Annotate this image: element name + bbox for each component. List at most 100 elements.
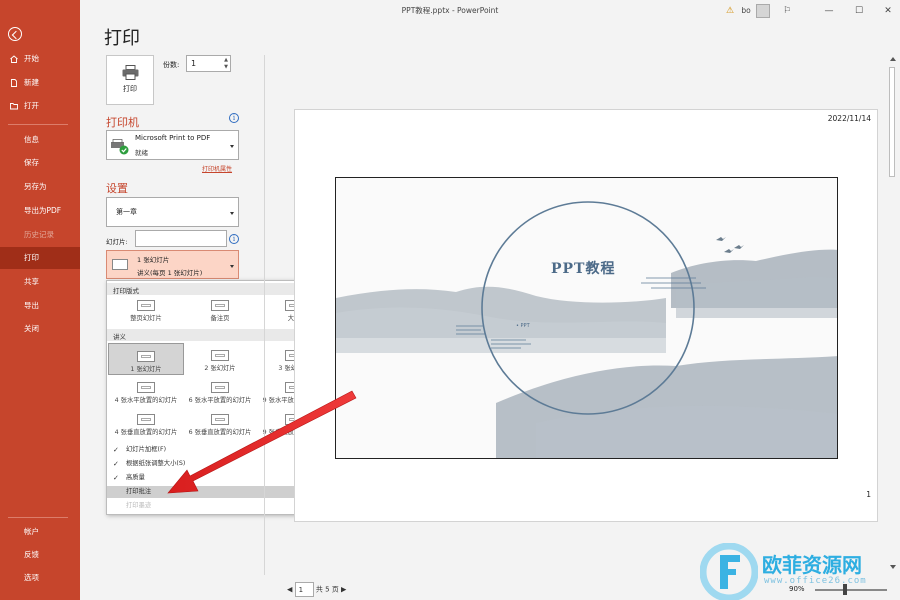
option-label: 1 张幻灯片 [130, 366, 162, 373]
option-label: 幻灯片加框(F) [126, 446, 167, 453]
watermark: 欧菲资源网 www.office26.com [700, 543, 900, 600]
printer-status: 就绪 [135, 149, 148, 157]
maximize-icon[interactable]: ☐ [852, 4, 866, 18]
layout-full-page[interactable]: 整页幻灯片 [108, 297, 184, 322]
sidebar-item-label: 导出为PDF [24, 206, 62, 215]
spin-down-icon[interactable]: ▼ [224, 64, 228, 70]
printer-properties-link[interactable]: 打印机属性 [202, 164, 232, 173]
backstage-sidebar: 开始 新建 打开 信息 保存 另存为 导出为PDF 历史记录 打印 共享 导出 … [0, 0, 80, 600]
sidebar-item-home[interactable]: 开始 [0, 48, 80, 70]
next-page-icon[interactable]: ▶ [341, 586, 346, 594]
sidebar-item-label: 关闭 [24, 324, 39, 333]
previous-page-icon[interactable]: ◀ [287, 586, 295, 594]
layout-select[interactable]: 1 张幻灯片 讲义(每页 1 张幻灯片) [106, 250, 239, 279]
sidebar-item-account[interactable]: 帐户 [0, 521, 80, 543]
page-navigation: ◀ 1 共 5 页 ▶ [287, 582, 346, 597]
sidebar-item-feedback[interactable]: 反馈 [0, 544, 80, 566]
home-icon [10, 55, 18, 63]
handout-icon [211, 382, 229, 393]
sidebar-item-new[interactable]: 新建 [0, 72, 80, 94]
sidebar-item-label: 帐户 [24, 527, 39, 536]
slides-input[interactable] [135, 230, 227, 247]
slide-title: PPT教程 [551, 261, 616, 277]
feedback-icon[interactable]: ⚐ [780, 4, 794, 18]
printer-select[interactable]: Microsoft Print to PDF 就绪 [106, 130, 239, 160]
sidebar-item-options[interactable]: 选项 [0, 567, 80, 589]
back-arrow-icon[interactable] [8, 27, 22, 41]
sidebar-item-info[interactable]: 信息 [0, 129, 80, 151]
option-label: 根据纸张调整大小(S) [126, 460, 186, 467]
handout-4-vertical[interactable]: 4 张垂直放置的幻灯片 [108, 411, 184, 436]
printer-status-icon [111, 139, 129, 155]
print-button[interactable]: 打印 [106, 55, 154, 105]
new-file-icon [11, 79, 17, 87]
sidebar-divider [8, 124, 68, 125]
preview-scrollbar[interactable] [887, 55, 897, 575]
handout-2-slides[interactable]: 2 张幻灯片 [182, 347, 258, 372]
print-preview-page: 2022/11/14 PPT教程 • PPT 1 [294, 109, 878, 522]
sidebar-item-label: 保存 [24, 158, 39, 167]
checkmark-icon: ✓ [113, 474, 119, 482]
printer-heading: 打印机 [106, 116, 139, 129]
current-page-input[interactable]: 1 [294, 582, 314, 597]
checkmark-icon: ✓ [113, 446, 119, 454]
handout-6-horizontal[interactable]: 6 张水平放置的幻灯片 [182, 379, 258, 404]
total-pages: 共 5 页 [315, 585, 339, 594]
chevron-down-icon [230, 145, 234, 148]
warning-icon[interactable]: ⚠ [724, 4, 736, 18]
handout-6-vertical[interactable]: 6 张垂直放置的幻灯片 [182, 411, 258, 436]
minimize-icon[interactable]: — [822, 4, 836, 18]
option-label: 4 张水平放置的幻灯片 [114, 397, 178, 404]
layout-notes-page[interactable]: 备注页 [182, 297, 258, 322]
scroll-thumb[interactable] [889, 67, 895, 177]
handout-1-slide[interactable]: 1 张幻灯片 [108, 343, 184, 375]
sidebar-item-export-pdf[interactable]: 导出为PDF [0, 200, 80, 222]
handout-4-horizontal[interactable]: 4 张水平放置的幻灯片 [108, 379, 184, 404]
layout-line1: 1 张幻灯片 [137, 256, 170, 264]
sidebar-item-history: 历史记录 [0, 224, 80, 246]
sidebar-item-save-as[interactable]: 另存为 [0, 176, 80, 198]
avatar[interactable] [756, 4, 770, 18]
option-label: 打印墨迹 [126, 502, 152, 509]
sidebar-item-close[interactable]: 关闭 [0, 318, 80, 340]
slide-preview: PPT教程 • PPT [335, 177, 838, 459]
close-icon[interactable]: ✕ [881, 4, 895, 18]
copies-input[interactable]: 1 ▲ ▼ [186, 55, 231, 72]
notes-page-icon [211, 300, 229, 311]
scroll-up-icon[interactable] [890, 57, 896, 61]
option-label: 6 张水平放置的幻灯片 [188, 397, 252, 404]
handout-icon [211, 414, 229, 425]
sidebar-item-label: 开始 [24, 54, 39, 63]
option-label: 2 张幻灯片 [204, 365, 236, 372]
sidebar-item-label: 打印 [24, 253, 39, 262]
sidebar-item-label: 打开 [24, 101, 39, 110]
handout-icon [137, 351, 155, 362]
sidebar-item-print[interactable]: 打印 [0, 247, 80, 269]
info-icon[interactable]: i [229, 234, 239, 244]
sidebar-item-label: 信息 [24, 135, 39, 144]
sidebar-item-label: 共享 [24, 277, 39, 286]
option-label: 高质量 [126, 474, 145, 481]
print-date: 2022/11/14 [827, 114, 871, 123]
sidebar-item-label: 历史记录 [24, 230, 54, 239]
print-range-select[interactable]: 第一章 [106, 197, 239, 227]
chevron-down-icon [230, 212, 234, 215]
slides-label: 幻灯片: [106, 238, 128, 246]
option-label: 备注页 [210, 315, 230, 322]
info-icon[interactable]: i [229, 113, 239, 123]
sidebar-item-label: 新建 [24, 78, 39, 87]
spin-up-icon[interactable]: ▲ [224, 57, 228, 63]
slide-subtitle: • PPT [516, 323, 530, 329]
settings-heading: 设置 [106, 182, 128, 195]
user-name[interactable]: bo [740, 4, 752, 18]
sidebar-item-label: 另存为 [24, 182, 47, 191]
sidebar-item-share[interactable]: 共享 [0, 271, 80, 293]
print-range-value: 第一章 [116, 208, 137, 216]
printer-icon [122, 65, 139, 80]
page-title: 打印 [104, 28, 140, 49]
sidebar-item-label: 反馈 [24, 550, 39, 559]
sidebar-item-open[interactable]: 打开 [0, 95, 80, 117]
sidebar-item-export[interactable]: 导出 [0, 295, 80, 317]
title-bar: PPT教程.pptx - PowerPoint ⚠ bo ⚐ — ☐ ✕ [80, 0, 900, 22]
sidebar-item-save[interactable]: 保存 [0, 152, 80, 174]
